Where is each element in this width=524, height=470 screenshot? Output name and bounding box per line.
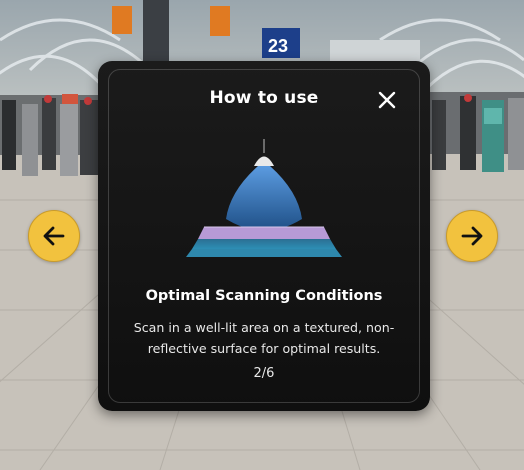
platform-sign: 23 (268, 36, 288, 56)
arrow-right-icon (461, 226, 483, 246)
step-heading: Optimal Scanning Conditions (145, 288, 383, 304)
close-button[interactable] (376, 89, 398, 111)
how-to-use-modal: How to use Optimal Scanning Conditions S… (98, 61, 430, 411)
previous-button[interactable] (28, 210, 80, 262)
lighting-illustration (186, 139, 342, 257)
arrow-left-icon (43, 226, 65, 246)
close-icon (378, 91, 396, 109)
step-description: Scan in a well-lit area on a textured, n… (133, 320, 395, 356)
page-indicator: 2/6 (253, 366, 275, 381)
next-button[interactable] (446, 210, 498, 262)
